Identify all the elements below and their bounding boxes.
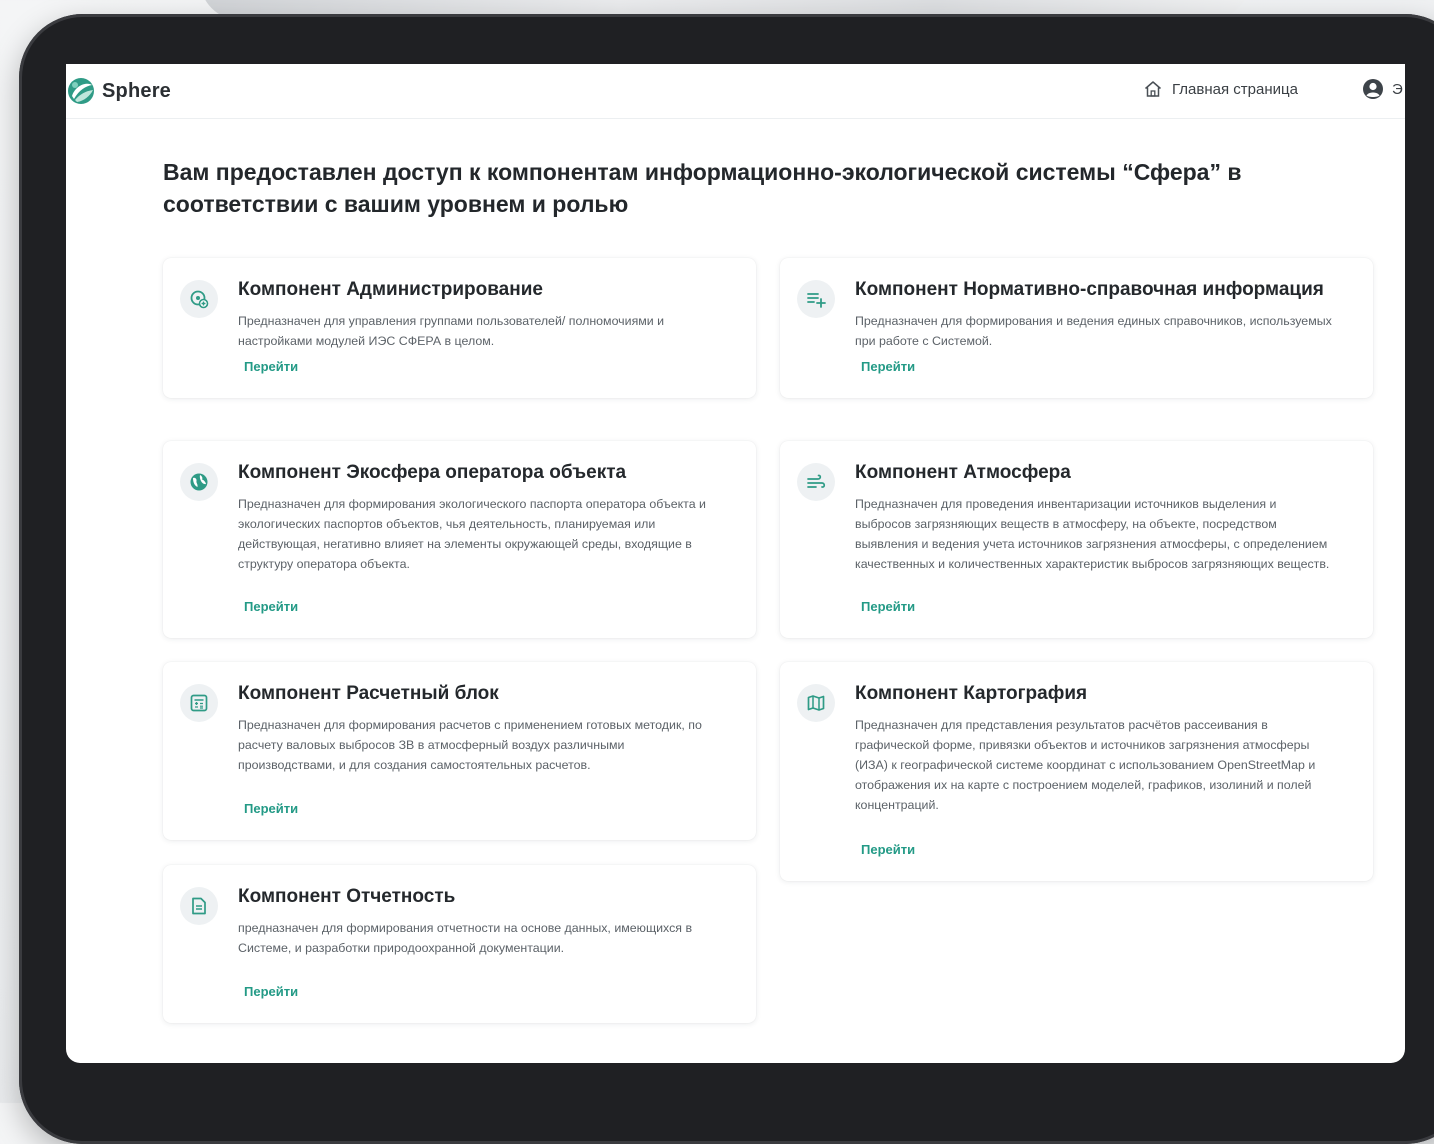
calculator-icon (190, 694, 208, 712)
home-icon (1145, 81, 1161, 97)
card-open-link[interactable]: Перейти (244, 599, 298, 614)
app-name: Sphere (102, 79, 172, 102)
card-cartography: Компонент Картография Предназначен для п… (780, 662, 1373, 881)
home-link[interactable]: Главная страница (1143, 79, 1298, 99)
home-link-label: Главная страница (1172, 80, 1298, 98)
card-icon-wrap (797, 463, 835, 501)
card-description: предназначен для формирования отчетности… (238, 921, 693, 955)
card-description: Предназначен для формирования расчетов с… (238, 718, 702, 772)
card-title: Компонент Администрирование (238, 279, 543, 300)
card-administration: Компонент Администрирование Предназначен… (163, 258, 756, 398)
card-open-link[interactable]: Перейти (244, 359, 298, 374)
card-icon-wrap (180, 280, 218, 318)
card-reporting: Компонент Отчетность предназначен для фо… (163, 865, 756, 1023)
map-icon (807, 695, 825, 711)
wind-icon (807, 474, 826, 488)
user-name: Э (1392, 80, 1403, 98)
card-calculation-block: Компонент Расчетный блок Предназначен дл… (163, 662, 756, 840)
top-bar: Sphere Главная страница Э (66, 64, 1405, 119)
card-open-link[interactable]: Перейти (861, 599, 915, 614)
card-title: Компонент Картография (855, 683, 1088, 704)
card-icon-wrap (180, 684, 218, 722)
globe-icon (190, 473, 208, 491)
admin-settings-icon (190, 290, 209, 309)
user-menu[interactable]: Э (1362, 78, 1403, 100)
card-reference-info: Компонент Нормативно-справочная информац… (780, 258, 1373, 398)
card-title: Компонент Отчетность (238, 886, 456, 907)
card-atmosphere: Компонент Атмосфера Предназначен для про… (780, 441, 1373, 638)
card-description: Предназначен для формирования и ведения … (855, 314, 1332, 348)
card-open-link[interactable]: Перейти (244, 984, 298, 999)
card-open-link[interactable]: Перейти (244, 801, 298, 816)
app-logo[interactable]: Sphere (66, 76, 171, 106)
card-description: Предназначен для управления группами пол… (238, 314, 665, 348)
card-description: Предназначен для формирования экологичес… (238, 497, 706, 571)
page-heading: Вам предоставлен доступ к компонентам ин… (163, 159, 1242, 217)
card-icon-wrap (797, 280, 835, 318)
card-title: Компонент Экосфера оператора объекта (238, 462, 627, 483)
card-icon-wrap (797, 684, 835, 722)
card-title: Компонент Атмосфера (855, 462, 1071, 483)
user-circle-icon (1363, 79, 1383, 99)
card-description: Предназначен для представления результат… (855, 718, 1316, 812)
card-title: Компонент Расчетный блок (238, 683, 499, 704)
card-icon-wrap (180, 463, 218, 501)
card-icon-wrap (180, 887, 218, 925)
card-title: Компонент Нормативно-справочная информац… (855, 279, 1324, 300)
list-add-icon (807, 293, 826, 308)
card-open-link[interactable]: Перейти (861, 359, 915, 374)
document-icon (192, 897, 206, 915)
card-open-link[interactable]: Перейти (861, 842, 915, 857)
card-description: Предназначен для проведения инвентаризац… (855, 497, 1330, 571)
card-ecosphere: Компонент Экосфера оператора объекта Пре… (163, 441, 756, 638)
sphere-logo-icon (68, 78, 94, 104)
app-screen: Sphere Главная страница Э Вам предоставл… (66, 64, 1405, 1063)
